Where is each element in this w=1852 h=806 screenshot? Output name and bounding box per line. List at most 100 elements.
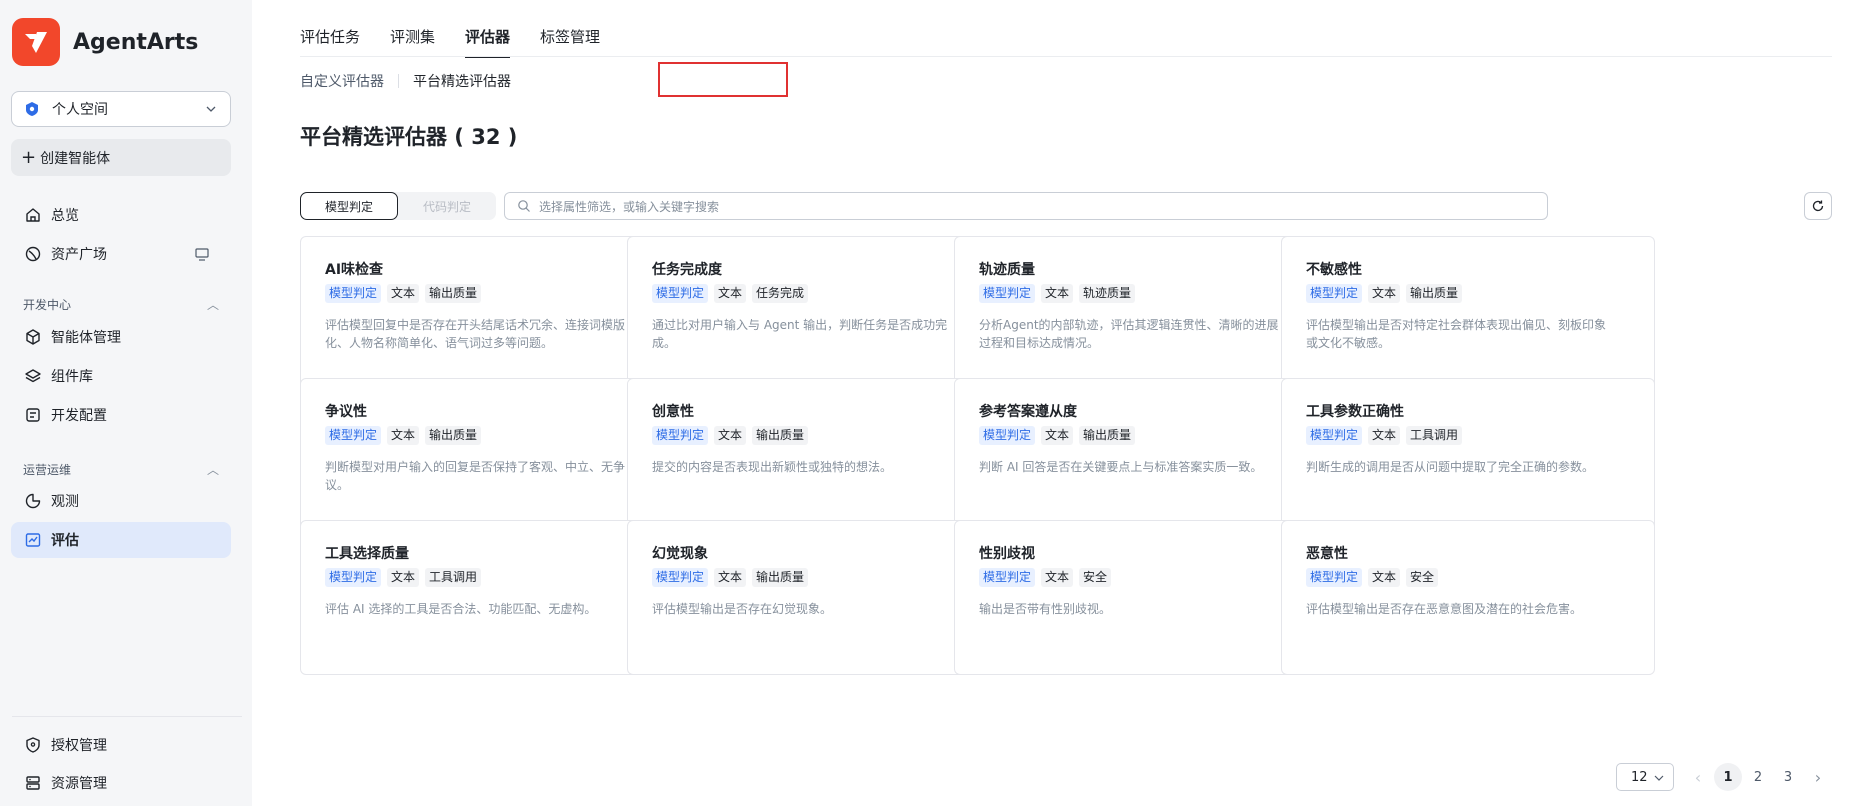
subtab-platform-evaluators[interactable]: 平台精选评估器 (413, 71, 511, 91)
sidebar-item-asset-plaza[interactable]: 资产广场 (11, 236, 231, 272)
sidebar-item-component-library[interactable]: 组件库 (11, 358, 231, 394)
judge-type-tag: 模型判定 (652, 568, 709, 587)
evaluator-card-description: 评估模型输出是否存在恶意意图及潜在的社会危害。 (1306, 602, 1583, 616)
evaluator-card-tags: 模型判定 文本 安全 (979, 568, 1303, 588)
sidebar-divider (12, 716, 242, 717)
evaluator-card-tags: 模型判定 文本 输出质量 (325, 426, 649, 446)
segment-model-judge[interactable]: 模型判定 (300, 192, 398, 220)
tab-eval-sets[interactable]: 评测集 (390, 26, 435, 56)
sidebar-item-label: 评估 (51, 533, 79, 549)
evaluator-card[interactable]: 不敏感性 模型判定 文本 输出质量 评估模型输出是否对特定社会群体表现出偏见、刻板印象或… (1281, 236, 1655, 391)
tab-tag-management[interactable]: 标签管理 (540, 26, 600, 56)
sidebar-item-observe[interactable]: 观测 (11, 483, 231, 519)
tab-eval-tasks[interactable]: 评估任务 (300, 26, 360, 56)
evaluator-card[interactable]: AI味检查 模型判定 文本 输出质量 评估模型回复中是否存在开头结尾话术冗余、连接词模版… (300, 236, 674, 391)
evaluator-card-title: AI味检查 (325, 262, 384, 278)
evaluator-tag: 文本 (714, 284, 747, 303)
section-ops[interactable]: 运营运维 ︿ (23, 461, 219, 478)
subtab-custom-evaluators[interactable]: 自定义评估器 (300, 71, 384, 91)
judge-type-tag: 模型判定 (979, 284, 1036, 303)
brand[interactable]: AgentArts (12, 18, 198, 66)
evaluator-tag: 文本 (1368, 426, 1401, 445)
page-2-button[interactable]: 2 (1744, 763, 1772, 791)
evaluator-tag: 文本 (714, 568, 747, 587)
page-1-button[interactable]: 1 (1714, 763, 1742, 791)
evaluator-card[interactable]: 工具选择质量 模型判定 文本 工具调用 评估 AI 选择的工具是否合法、功能匹配、无虚构… (300, 520, 674, 675)
pagination: 12 ‹ 1 2 3 › (1616, 763, 1832, 791)
evaluator-card[interactable]: 幻觉现象 模型判定 文本 输出质量 评估模型输出是否存在幻觉现象。 (627, 520, 1001, 675)
evaluator-card-tags: 模型判定 文本 安全 (1306, 568, 1630, 588)
next-page-button[interactable]: › (1804, 763, 1832, 791)
evaluator-card-tags: 模型判定 文本 输出质量 (652, 568, 976, 588)
evaluator-tag: 工具调用 (425, 568, 482, 587)
space-shield-icon (26, 102, 38, 116)
section-title-label: 开发中心 (23, 298, 72, 312)
chevron-up-icon[interactable]: ︿ (207, 461, 219, 478)
evaluator-tag: 轨迹质量 (1079, 284, 1136, 303)
judge-type-tag: 模型判定 (325, 284, 382, 303)
server-icon (26, 776, 40, 790)
evaluator-card-tags: 模型判定 文本 输出质量 (979, 426, 1303, 446)
evaluator-card-description: 判断生成的调用是否从问题中提取了完全正确的参数。 (1306, 460, 1595, 474)
evaluator-card-tags: 模型判定 文本 工具调用 (325, 568, 649, 588)
evaluator-card[interactable]: 争议性 模型判定 文本 输出质量 判断模型对用户输入的回复是否保持了客观、中立、无争议。 (300, 378, 674, 533)
sidebar-item-evaluation[interactable]: 评估 (11, 522, 231, 558)
evaluator-tag: 输出质量 (425, 426, 482, 445)
judge-type-tag: 模型判定 (979, 426, 1036, 445)
sidebar-item-auth-management[interactable]: 授权管理 (11, 727, 231, 763)
chevron-down-icon (1654, 775, 1664, 781)
evaluator-card-description: 判断 AI 回答是否在关键要点上与标准答案实质一致。 (979, 460, 1263, 474)
search-input[interactable]: 选择属性筛选，或输入关键字搜索 (504, 192, 1548, 220)
sidebar-item-label: 总览 (51, 208, 79, 224)
evaluator-tag: 任务完成 (752, 284, 809, 303)
judge-type-tag: 模型判定 (652, 284, 709, 303)
evaluator-tag: 输出质量 (1406, 284, 1463, 303)
sidebar-item-resource-management[interactable]: 资源管理 (11, 765, 231, 801)
brand-name: AgentArts (73, 29, 199, 55)
evaluator-card-description: 提交的内容是否表现出新颖性或独特的想法。 (652, 460, 893, 474)
judge-type-tag: 模型判定 (979, 568, 1036, 587)
space-selector[interactable]: 个人空间 (11, 91, 231, 127)
create-agent-button[interactable]: + 创建智能体 (11, 139, 231, 176)
evaluator-tag: 文本 (387, 426, 420, 445)
evaluator-tag: 文本 (387, 568, 420, 587)
config-icon (26, 408, 40, 422)
evaluator-card[interactable]: 性别歧视 模型判定 文本 安全 输出是否带有性别歧视。 (954, 520, 1328, 675)
sidebar-item-dev-config[interactable]: 开发配置 (11, 397, 231, 433)
monitor-icon[interactable] (194, 246, 210, 262)
chevron-up-icon[interactable]: ︿ (207, 296, 219, 313)
main-content: 评估任务 评测集 评估器 标签管理 自定义评估器 平台精选评估器 平台精选评估器… (252, 0, 1852, 806)
evaluator-tag: 文本 (1368, 568, 1401, 587)
space-label: 个人空间 (52, 102, 108, 118)
evaluator-card[interactable]: 任务完成度 模型判定 文本 任务完成 通过比对用户输入与 Agent 输出，判断任务是否… (627, 236, 1001, 391)
refresh-button[interactable] (1804, 192, 1832, 220)
sidebar-item-overview[interactable]: 总览 (11, 197, 231, 233)
section-dev-center[interactable]: 开发中心 ︿ (23, 296, 219, 313)
evaluator-tag: 安全 (1079, 568, 1112, 587)
sidebar-item-label: 资源管理 (51, 776, 107, 792)
top-tabs: 评估任务 评测集 评估器 标签管理 (300, 26, 630, 58)
refresh-icon (1812, 200, 1824, 212)
evaluator-card[interactable]: 参考答案遵从度 模型判定 文本 输出质量 判断 AI 回答是否在关键要点上与标准答案实质… (954, 378, 1328, 533)
page-title: 平台精选评估器 ( 32 ) (300, 125, 518, 149)
evaluator-card-title: 创意性 (652, 404, 694, 420)
page-size-select[interactable]: 12 (1616, 763, 1674, 791)
tab-evaluators[interactable]: 评估器 (465, 26, 511, 58)
evaluator-card-title: 恶意性 (1306, 546, 1348, 562)
highlight-annotation-box (658, 62, 788, 97)
segment-code-judge[interactable]: 代码判定 (398, 192, 496, 220)
evaluator-card[interactable]: 工具参数正确性 模型判定 文本 工具调用 判断生成的调用是否从问题中提取了完全正确的参数… (1281, 378, 1655, 533)
page-3-button[interactable]: 3 (1774, 763, 1802, 791)
evaluator-card-description: 输出是否带有性别歧视。 (979, 602, 1112, 616)
prev-page-button[interactable]: ‹ (1684, 763, 1712, 791)
sidebar-item-agent-management[interactable]: 智能体管理 (11, 319, 231, 355)
sidebar-item-label: 开发配置 (51, 408, 107, 424)
evaluator-card[interactable]: 创意性 模型判定 文本 输出质量 提交的内容是否表现出新颖性或独特的想法。 (627, 378, 1001, 533)
evaluator-tag: 文本 (1368, 284, 1401, 303)
tabs-divider (300, 56, 1832, 57)
subtab-divider (398, 74, 399, 88)
evaluator-card[interactable]: 恶意性模型判定 文本 安全评估模型输出是否存在恶意意图及潜在的社会危害。 (1281, 520, 1655, 675)
evaluator-card-title: 任务完成度 (652, 262, 722, 278)
judge-type-tag: 模型判定 (325, 568, 382, 587)
evaluator-card[interactable]: 轨迹质量 模型判定 文本 轨迹质量 分析Agent的内部轨迹，评估其逻辑连贯性、清晰的进… (954, 236, 1328, 391)
